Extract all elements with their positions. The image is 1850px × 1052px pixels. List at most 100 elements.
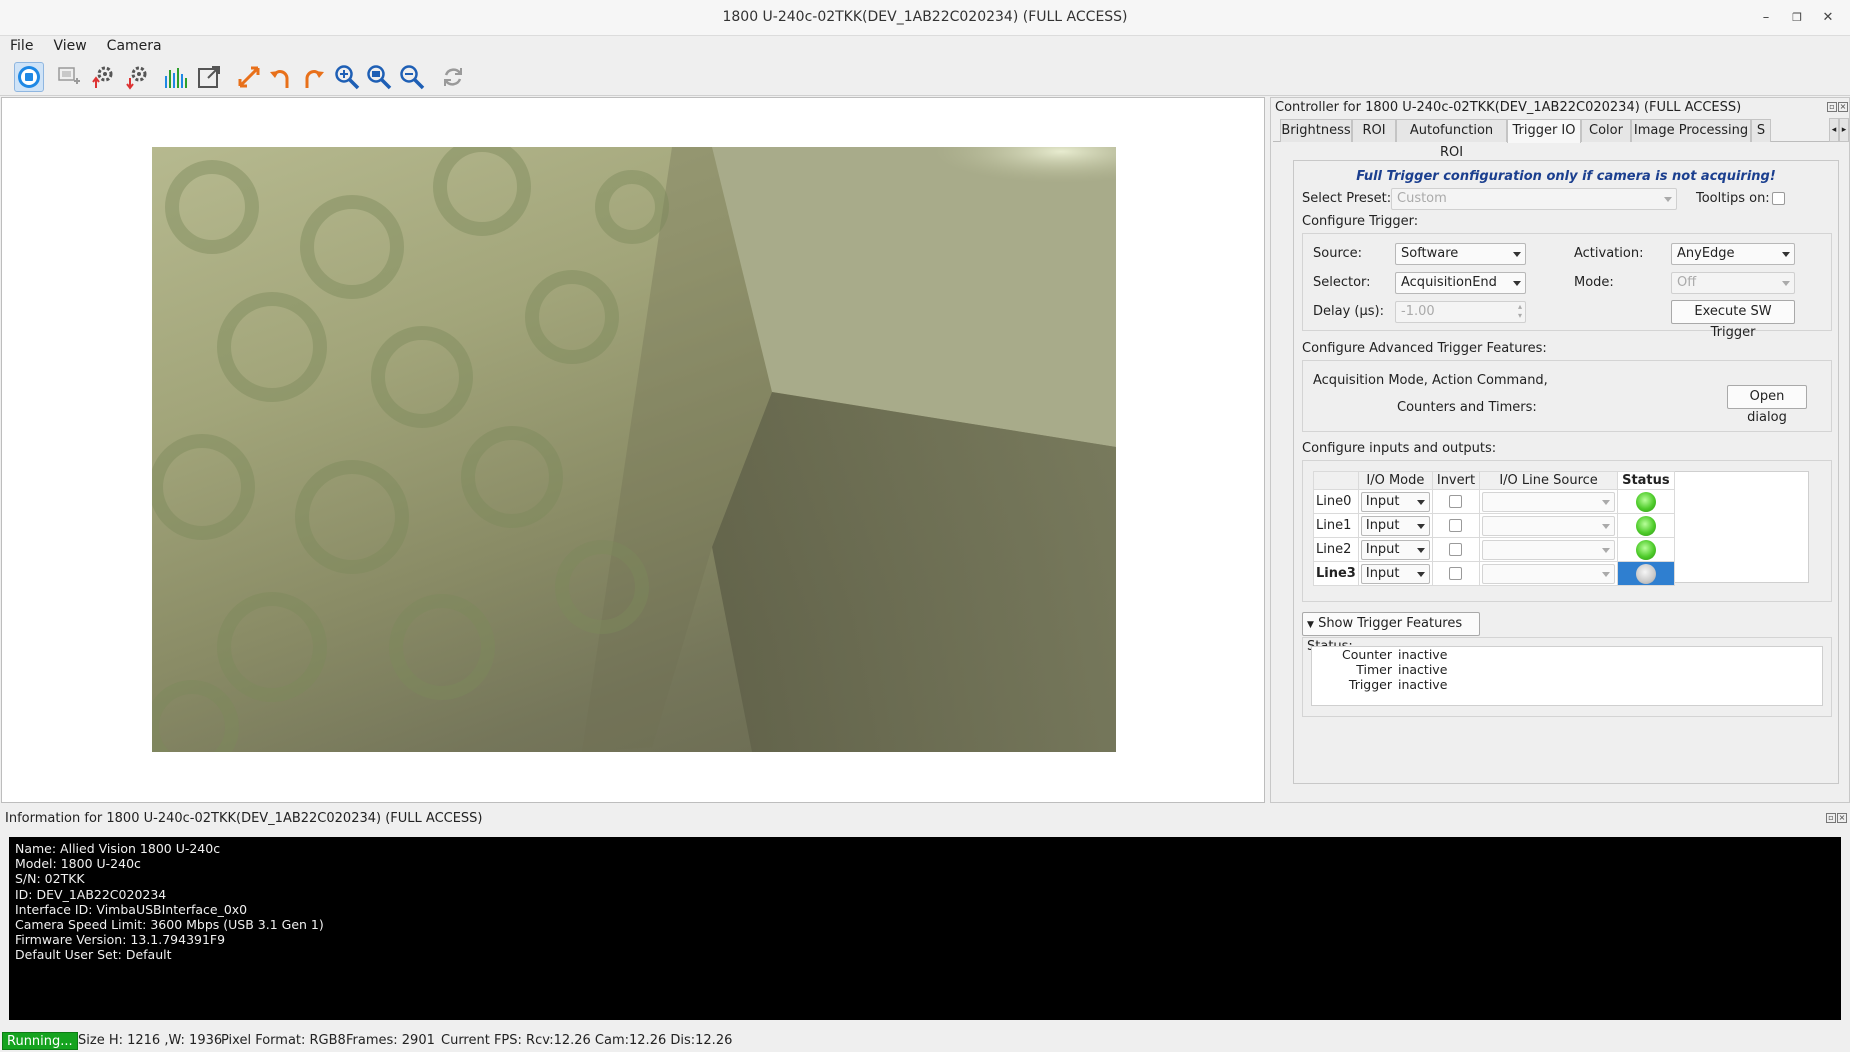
activation-value: AnyEdge <box>1677 246 1735 261</box>
info-line: Name: Allied Vision 1800 U-240c <box>15 841 221 856</box>
io-invert-cell <box>1431 513 1481 538</box>
io-header-mode: I/O Mode <box>1357 471 1433 490</box>
minimize-button[interactable]: – <box>1756 8 1776 28</box>
zoom-in-icon[interactable] <box>332 62 362 92</box>
rotate-right-icon[interactable] <box>298 62 328 92</box>
zoom-out-icon[interactable] <box>397 62 427 92</box>
activation-label: Activation: <box>1574 246 1644 261</box>
io-corner-header <box>1313 471 1359 490</box>
menu-camera[interactable]: Camera <box>97 36 172 56</box>
tab-brightness[interactable]: Brightness <box>1280 119 1352 142</box>
zoom-fit-icon[interactable] <box>364 62 394 92</box>
advanced-text-line2: Counters and Timers: <box>1397 400 1537 415</box>
selector-dropdown[interactable]: AcquisitionEnd <box>1395 272 1526 294</box>
io-row-line0: Line0 Input <box>1313 489 1675 514</box>
refresh-icon[interactable] <box>438 62 468 92</box>
io-invert-checkbox[interactable] <box>1449 519 1463 532</box>
close-info-icon[interactable]: × <box>1837 813 1847 823</box>
fit-to-window-icon[interactable] <box>234 62 264 92</box>
status-value-counter: inactive <box>1398 647 1448 662</box>
histogram-icon[interactable] <box>160 62 190 92</box>
trigger-status-box: Counter Timer Trigger inactive inactive … <box>1311 646 1823 706</box>
camera-live-image <box>152 147 1116 752</box>
status-led-on-icon <box>1635 515 1656 536</box>
io-line-name: Line2 <box>1313 537 1359 562</box>
open-external-icon[interactable] <box>194 62 224 92</box>
status-led-on-icon <box>1635 491 1656 512</box>
io-mode-cell: Input <box>1357 537 1433 562</box>
stop-acquisition-icon[interactable] <box>14 62 44 92</box>
io-invert-checkbox[interactable] <box>1449 495 1463 508</box>
io-invert-checkbox[interactable] <box>1449 543 1463 556</box>
io-mode-dropdown[interactable]: Input <box>1360 515 1430 536</box>
tab-color[interactable]: Color <box>1581 119 1631 142</box>
io-status-cell <box>1617 489 1675 514</box>
current-fps: Current FPS: Rcv:12.26 Cam:12.26 Dis:12.… <box>441 1033 733 1048</box>
io-line-source-cell <box>1479 513 1619 538</box>
io-line-name: Line0 <box>1313 489 1359 514</box>
io-line-source-cell <box>1479 537 1619 562</box>
source-dropdown[interactable]: Software <box>1395 243 1526 265</box>
tab-image-processing[interactable]: Image Processing <box>1631 119 1751 142</box>
source-value: Software <box>1401 246 1459 261</box>
io-header-status: Status <box>1617 471 1675 490</box>
mode-label: Mode: <box>1574 275 1614 290</box>
load-settings-icon[interactable] <box>88 62 118 92</box>
activation-dropdown[interactable]: AnyEdge <box>1671 243 1795 265</box>
tooltips-checkbox[interactable] <box>1772 192 1785 205</box>
open-dialog-button[interactable]: Open dialog <box>1727 385 1807 425</box>
select-preset-label: Select Preset: <box>1302 191 1392 206</box>
select-preset-dropdown[interactable]: Custom <box>1391 188 1677 210</box>
advanced-trigger-group: Acquisition Mode, Action Command, Counte… <box>1302 360 1832 432</box>
mode-value: Off <box>1677 275 1697 290</box>
io-config-group: I/O Mode Invert I/O Line Source Status L… <box>1302 460 1832 602</box>
execute-sw-trigger-button[interactable]: Execute SW Trigger <box>1671 300 1795 340</box>
rotate-left-icon[interactable] <box>266 62 296 92</box>
info-line: Interface ID: VimbaUSBInterface_0x0 <box>15 901 248 917</box>
io-line-source-dropdown[interactable] <box>1482 515 1616 536</box>
tab-s[interactable]: S <box>1751 119 1771 142</box>
save-settings-icon[interactable] <box>122 62 152 92</box>
tab-roi[interactable]: ROI <box>1352 119 1396 142</box>
status-value-trigger: inactive <box>1398 677 1448 692</box>
mode-dropdown[interactable]: Off <box>1671 272 1795 294</box>
image-viewer[interactable] <box>1 97 1265 803</box>
io-line-source-dropdown[interactable] <box>1482 491 1616 512</box>
delay-spinbox[interactable]: -1.00 ▴ ▾ <box>1395 301 1526 323</box>
close-button[interactable]: ✕ <box>1818 8 1838 28</box>
title-bar: 1800 U-240c-02TKK(DEV_1AB22C020234) (FUL… <box>0 0 1850 36</box>
io-mode-dropdown[interactable]: Input <box>1360 539 1430 560</box>
trigger-status-group: Counter Timer Trigger inactive inactive … <box>1302 637 1832 717</box>
info-console[interactable]: Name: Allied Vision 1800 U-240c Model: 1… <box>9 837 1841 1020</box>
maximize-button[interactable]: ❐ <box>1787 8 1807 28</box>
io-line-source-dropdown[interactable] <box>1482 563 1616 584</box>
io-mode-dropdown[interactable]: Input <box>1360 563 1430 584</box>
delay-label: Delay (µs): <box>1313 304 1384 319</box>
io-invert-checkbox[interactable] <box>1449 567 1463 580</box>
menu-file[interactable]: File <box>0 36 43 56</box>
menu-view[interactable]: View <box>43 36 96 56</box>
io-row-line2: Line2 Input <box>1313 537 1675 562</box>
close-panel-icon[interactable]: × <box>1838 102 1848 112</box>
io-status-cell-selected[interactable] <box>1617 561 1675 586</box>
status-values: inactive inactive inactive <box>1398 647 1447 692</box>
trigger-config-group: Source: Software Activation: AnyEdge Sel… <box>1302 233 1832 340</box>
tab-scroll-right-icon[interactable]: ▸ <box>1839 118 1849 142</box>
tab-scroll-left-icon[interactable]: ◂ <box>1829 118 1839 142</box>
show-trigger-status-toggle[interactable]: ▼ Show Trigger Features Status: <box>1302 612 1480 654</box>
open-camera-icon[interactable] <box>54 62 84 92</box>
frame-count: Frames: 2901 <box>346 1033 435 1048</box>
spin-arrows-icon[interactable]: ▴ ▾ <box>1518 302 1522 320</box>
io-mode-cell: Input <box>1357 489 1433 514</box>
io-status-cell <box>1617 537 1675 562</box>
float-info-icon[interactable]: ▫ <box>1826 813 1836 823</box>
tab-autofunction-roi[interactable]: Autofunction ROI <box>1396 119 1507 160</box>
status-led-off-icon <box>1635 563 1656 584</box>
selector-value: AcquisitionEnd <box>1401 275 1497 290</box>
io-mode-dropdown[interactable]: Input <box>1360 491 1430 512</box>
float-panel-icon[interactable]: ▫ <box>1827 102 1837 112</box>
io-line-source-dropdown[interactable] <box>1482 539 1616 560</box>
tab-trigger-io[interactable]: Trigger IO <box>1507 119 1581 143</box>
info-line: Camera Speed Limit: 3600 Mbps (USB 3.1 G… <box>15 917 324 933</box>
menu-bar: File View Camera <box>0 36 1850 58</box>
